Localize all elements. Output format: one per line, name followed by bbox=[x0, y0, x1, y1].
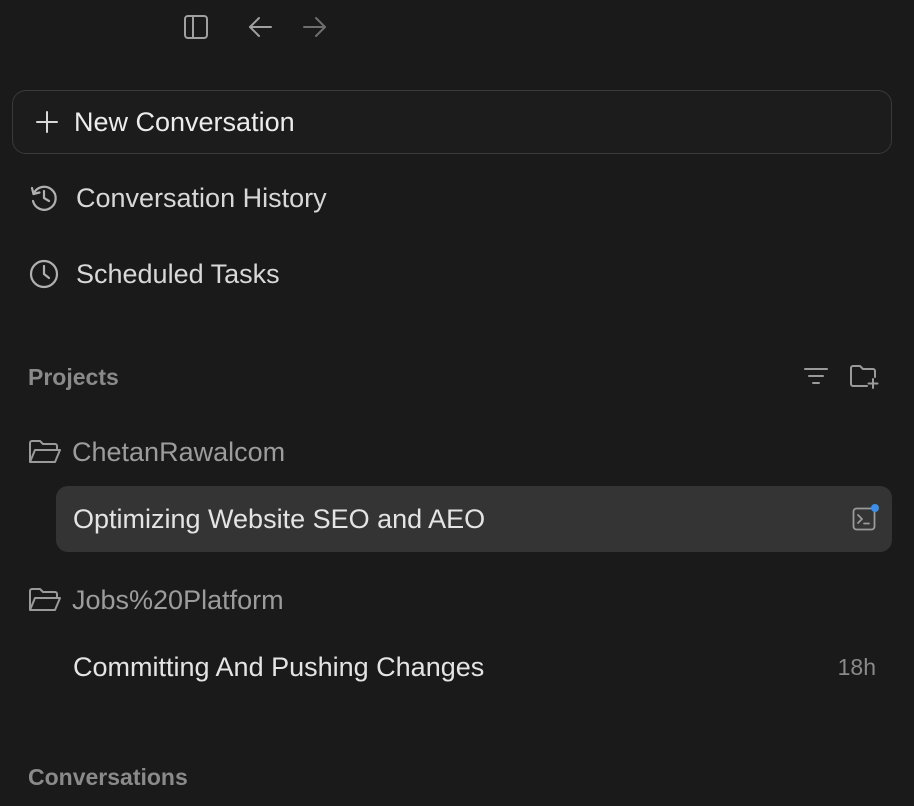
conversation-row[interactable]: Committing And Pushing Changes 18h bbox=[56, 634, 892, 700]
scheduled-tasks-label: Scheduled Tasks bbox=[76, 258, 280, 289]
sidebar-toggle-icon bbox=[182, 13, 210, 41]
arrow-right-icon bbox=[301, 13, 329, 41]
conversation-title: Optimizing Website SEO and AEO bbox=[73, 503, 486, 534]
sidebar-toggle-button[interactable] bbox=[181, 12, 211, 42]
project-name: Jobs%20Platform bbox=[72, 584, 284, 615]
new-conversation-label: New Conversation bbox=[74, 106, 295, 137]
back-button[interactable] bbox=[245, 12, 275, 42]
project-name: ChetanRawalcom bbox=[72, 436, 286, 467]
new-conversation-button[interactable]: New Conversation bbox=[12, 90, 892, 154]
conversations-section-title: Conversations bbox=[28, 764, 188, 790]
conversation-timestamp: 18h bbox=[837, 653, 876, 680]
conversation-history-label: Conversation History bbox=[76, 182, 327, 213]
conversation-history-link[interactable]: Conversation History bbox=[28, 176, 327, 220]
history-icon bbox=[28, 182, 60, 214]
conversation-row-active[interactable]: Optimizing Website SEO and AEO bbox=[56, 486, 892, 552]
forward-button[interactable] bbox=[300, 12, 330, 42]
arrow-left-icon bbox=[246, 13, 274, 41]
folder-open-icon bbox=[28, 438, 62, 466]
scheduled-tasks-link[interactable]: Scheduled Tasks bbox=[28, 252, 280, 296]
conversation-title: Committing And Pushing Changes bbox=[73, 651, 485, 682]
folder-plus-icon[interactable] bbox=[849, 363, 879, 389]
terminal-icon bbox=[852, 504, 879, 531]
folder-open-icon bbox=[28, 586, 62, 614]
plus-icon bbox=[35, 110, 59, 134]
filter-icon[interactable] bbox=[803, 364, 829, 388]
project-folder-jobs-platform[interactable]: Jobs%20Platform bbox=[28, 580, 284, 620]
clock-icon bbox=[28, 258, 60, 290]
projects-section-title: Projects bbox=[28, 364, 119, 390]
unread-dot bbox=[871, 504, 879, 512]
project-folder-chetanrawalcom[interactable]: ChetanRawalcom bbox=[28, 432, 285, 472]
